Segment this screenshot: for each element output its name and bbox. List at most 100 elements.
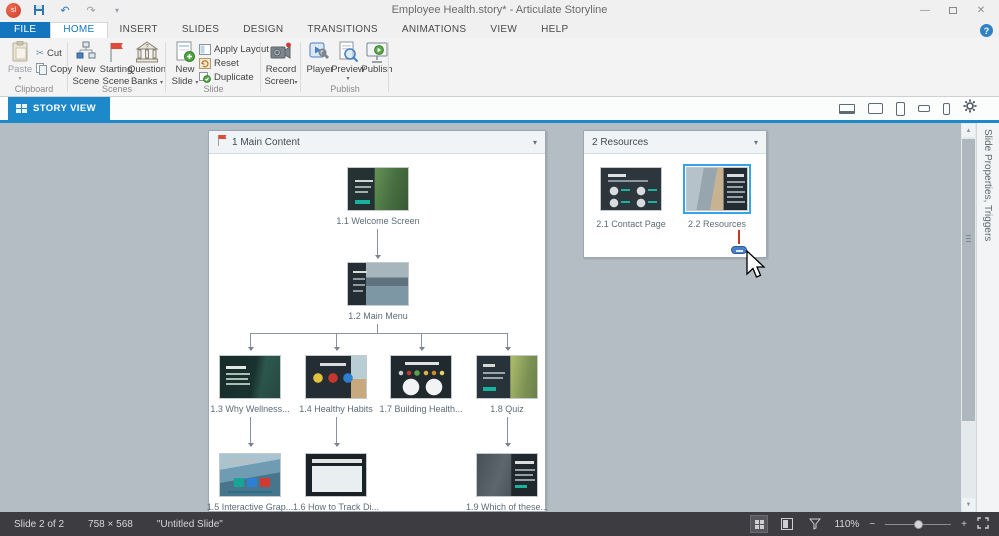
minimize-button[interactable]: — [911, 0, 939, 20]
record-screen-dropdown-icon: ▾ [294, 80, 298, 86]
zoom-slider-thumb[interactable] [914, 519, 924, 529]
connector-line [377, 324, 378, 333]
tab-file[interactable]: FILE [0, 22, 51, 38]
question-banks-button[interactable]: ? Question Banks ▾ [128, 41, 166, 87]
scene-collapse-icon[interactable]: ▾ [533, 138, 537, 147]
scene-panel-resources[interactable]: 2 Resources ▾ 2.1 Contact Page 2.2 Resou… [583, 130, 767, 258]
new-scene-button[interactable]: New Scene [69, 41, 103, 87]
record-screen-button[interactable]: Record Screen▾ [264, 41, 298, 87]
story-view-canvas[interactable]: 1 Main Content ▾ 1.1 Welcome Screen 1.2 … [0, 123, 999, 512]
scroll-down-button[interactable]: ▼ [962, 498, 975, 511]
connector-line [377, 229, 378, 255]
tab-transitions[interactable]: TRANSITIONS [295, 22, 390, 38]
reset-button[interactable]: Reset [199, 56, 239, 70]
slide-thumbnail-1-8[interactable] [476, 355, 538, 399]
zoom-out-icon[interactable]: − [869, 519, 875, 530]
phone-portrait-icon[interactable] [943, 102, 950, 115]
ribbon: Paste ▾ ✂ Cut Copy Clipboard New Scene S… [0, 38, 999, 97]
zoom-in-icon[interactable]: + [961, 519, 967, 530]
connector-line [336, 333, 337, 347]
close-button[interactable]: ✕ [967, 0, 995, 20]
connector-arrow [333, 347, 340, 351]
tab-design[interactable]: DESIGN [231, 22, 295, 38]
connector-line [421, 333, 422, 347]
fit-to-window-icon[interactable] [977, 516, 989, 532]
starting-scene-button[interactable]: Starting Scene [99, 41, 133, 87]
scene-header-resources[interactable]: 2 Resources ▾ [584, 131, 766, 154]
tablet-portrait-icon[interactable] [896, 101, 905, 116]
ribbon-group-publish: Player Preview ▾ Publish Publish [301, 38, 393, 96]
slide-label-1-1: 1.1 Welcome Screen [336, 216, 420, 226]
duplicate-icon [199, 71, 211, 83]
slide-thumbnail-1-3[interactable] [219, 355, 281, 399]
scene-header-main-content[interactable]: 1 Main Content ▾ [209, 131, 545, 154]
restore-button[interactable] [939, 0, 967, 20]
paste-button[interactable]: Paste ▾ [3, 41, 37, 85]
connector-line [336, 417, 337, 443]
slide-thumbnail-1-1[interactable] [347, 167, 409, 211]
help-icon[interactable]: ? [980, 24, 993, 37]
vertical-scrollbar[interactable]: ▲ ▼ [961, 123, 976, 512]
connector-arrow [504, 347, 511, 351]
slide-thumbnail-1-6[interactable] [305, 453, 367, 497]
tab-help[interactable]: HELP [529, 22, 580, 38]
player-icon [309, 41, 331, 63]
tab-animations[interactable]: ANIMATIONS [390, 22, 478, 38]
slide-thumbnail-1-2[interactable] [347, 262, 409, 306]
status-slide-position: Slide 2 of 2 [14, 518, 65, 530]
connector-line [250, 417, 251, 443]
slide-label-2-2: 2.2 Resources [687, 219, 747, 229]
connector-arrow [374, 255, 381, 259]
panel-tab-label[interactable]: Slide Properties, Triggers [982, 129, 993, 241]
ribbon-group-slide: New Slide ▾ Apply Layout ▾ Reset [166, 38, 301, 96]
new-slide-button[interactable]: New Slide ▾ [168, 41, 202, 87]
tab-view[interactable]: VIEW [478, 22, 529, 38]
story-view-toggle-icon[interactable] [750, 515, 769, 533]
tablet-landscape-icon[interactable] [868, 103, 883, 114]
zoom-slider[interactable] [885, 519, 952, 529]
preview-dropdown-icon[interactable]: ▾ [346, 75, 349, 82]
slide-thumbnail-1-7[interactable] [390, 355, 452, 399]
tab-slides[interactable]: SLIDES [170, 22, 231, 38]
cut-icon: ✂ [36, 47, 44, 59]
scrollbar-thumb[interactable] [962, 139, 975, 421]
tab-home[interactable]: HOME [50, 22, 108, 38]
connector-line [507, 417, 508, 443]
slide-label-1-9: 1.9 Which of these... [465, 502, 549, 512]
slide-thumbnail-2-2-selected[interactable] [683, 164, 751, 214]
laptop-icon[interactable] [839, 103, 855, 114]
scenes-group-label: Scenes [101, 84, 133, 94]
connector-arrow [247, 347, 254, 351]
phone-landscape-icon[interactable] [918, 105, 930, 112]
scene-collapse-icon[interactable]: ▾ [754, 138, 758, 147]
preview-icon [337, 41, 359, 63]
cut-button[interactable]: ✂ Cut [36, 46, 62, 60]
slide-thumbnail-1-9[interactable] [476, 453, 538, 497]
scroll-up-button[interactable]: ▲ [962, 124, 975, 137]
zoom-percentage: 110% [834, 518, 860, 530]
tab-story-view[interactable]: STORY VIEW [8, 97, 110, 120]
scene-panel-main-content[interactable]: 1 Main Content ▾ 1.1 Welcome Screen 1.2 … [207, 130, 548, 512]
feedback-icon[interactable] [806, 515, 824, 533]
connector-arrow [247, 443, 254, 447]
slide-label-1-2: 1.2 Main Menu [348, 311, 408, 321]
story-view-grid-icon [16, 104, 27, 113]
slide-view-toggle-icon[interactable] [778, 515, 796, 533]
paste-dropdown-icon[interactable]: ▾ [18, 75, 21, 82]
reset-icon [199, 57, 211, 69]
slide-thumbnail-2-1[interactable] [600, 167, 662, 211]
ribbon-group-clipboard: Paste ▾ ✂ Cut Copy Clipboard [0, 38, 72, 96]
starting-scene-flag-icon [217, 133, 227, 151]
slide-thumbnail-1-4[interactable] [305, 355, 367, 399]
duplicate-button[interactable]: Duplicate [199, 70, 254, 84]
tab-insert[interactable]: INSERT [108, 22, 170, 38]
apply-layout-icon [199, 43, 211, 55]
title-bar: sl ↶ ↷ ▾ Employee Health.story* - Articu… [0, 0, 999, 22]
slide-thumbnail-1-5[interactable] [219, 453, 281, 497]
connector-line [250, 333, 251, 347]
connector-line [250, 333, 507, 334]
settings-gear-icon[interactable] [963, 99, 977, 118]
collapsed-panel-strip[interactable]: Slide Properties, Triggers [976, 123, 999, 512]
ribbon-group-scenes: New Scene Starting Scene ? Question Bank… [68, 38, 166, 96]
connector-arrow [418, 347, 425, 351]
